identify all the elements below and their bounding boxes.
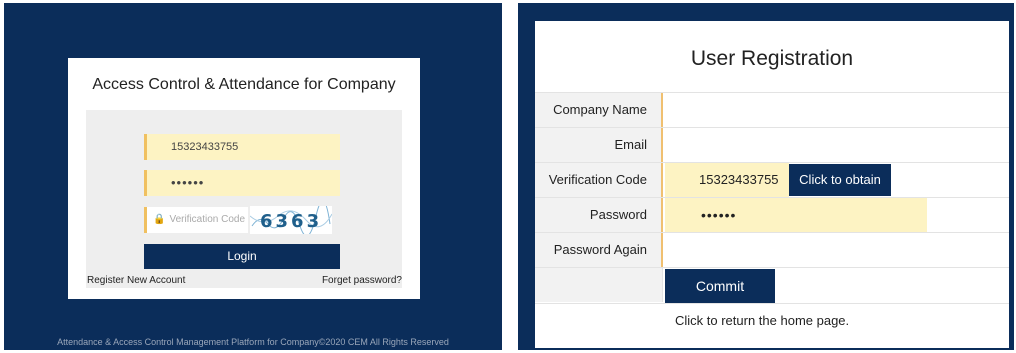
row-return: Click to return the home page.: [535, 303, 1009, 338]
return-home-link[interactable]: Click to return the home page.: [675, 304, 849, 338]
verification-code-label: Verification Code: [535, 163, 663, 197]
login-button[interactable]: Login: [144, 244, 340, 269]
company-name-input[interactable]: [665, 93, 1005, 127]
verification-code-input[interactable]: 🔒 Verification Code: [144, 207, 248, 233]
empty-label-cell: [535, 268, 663, 302]
row-password: Password ••••••: [535, 197, 1009, 232]
company-name-label: Company Name: [535, 93, 663, 127]
login-card: Access Control & Attendance for Company …: [68, 58, 420, 299]
row-password-again: Password Again: [535, 232, 1009, 267]
register-link[interactable]: Register New Account: [87, 275, 185, 286]
row-commit: Commit: [535, 267, 1009, 303]
captcha-text: 6363: [260, 211, 322, 232]
password-label: Password: [535, 198, 663, 232]
password-again-input[interactable]: [665, 233, 1005, 267]
row-email: Email: [535, 127, 1009, 162]
captcha-image[interactable]: 6363: [250, 206, 332, 234]
password-again-label: Password Again: [535, 233, 663, 267]
lock-icon: 🔒: [153, 214, 166, 225]
forget-password-link[interactable]: Forget password?: [322, 275, 402, 286]
registration-title: User Registration: [690, 47, 854, 70]
copyright-footer: Attendance & Access Control Management P…: [57, 337, 449, 347]
obtain-code-button[interactable]: Click to obtain: [789, 164, 891, 196]
login-title: Access Control & Attendance for Company: [92, 76, 396, 93]
phone-input[interactable]: 15323433755: [144, 134, 340, 160]
login-panel: Access Control & Attendance for Company …: [4, 3, 502, 350]
verification-placeholder: Verification Code: [169, 214, 246, 225]
password-field[interactable]: ••••••: [665, 198, 927, 232]
verification-code-field[interactable]: 15323433755: [665, 163, 789, 197]
email-label: Email: [535, 128, 663, 162]
row-company-name: Company Name: [535, 92, 1009, 127]
row-verification-code: Verification Code 15323433755 Click to o…: [535, 162, 1009, 197]
password-input[interactable]: ••••••: [144, 170, 340, 196]
email-input[interactable]: [665, 128, 1005, 162]
login-form: 15323433755 •••••• 🔒 Verification Code 63…: [86, 110, 402, 288]
registration-card: User Registration Company Name Email Ver…: [535, 21, 1009, 348]
registration-panel: User Registration Company Name Email Ver…: [518, 3, 1014, 350]
commit-button[interactable]: Commit: [665, 269, 775, 303]
